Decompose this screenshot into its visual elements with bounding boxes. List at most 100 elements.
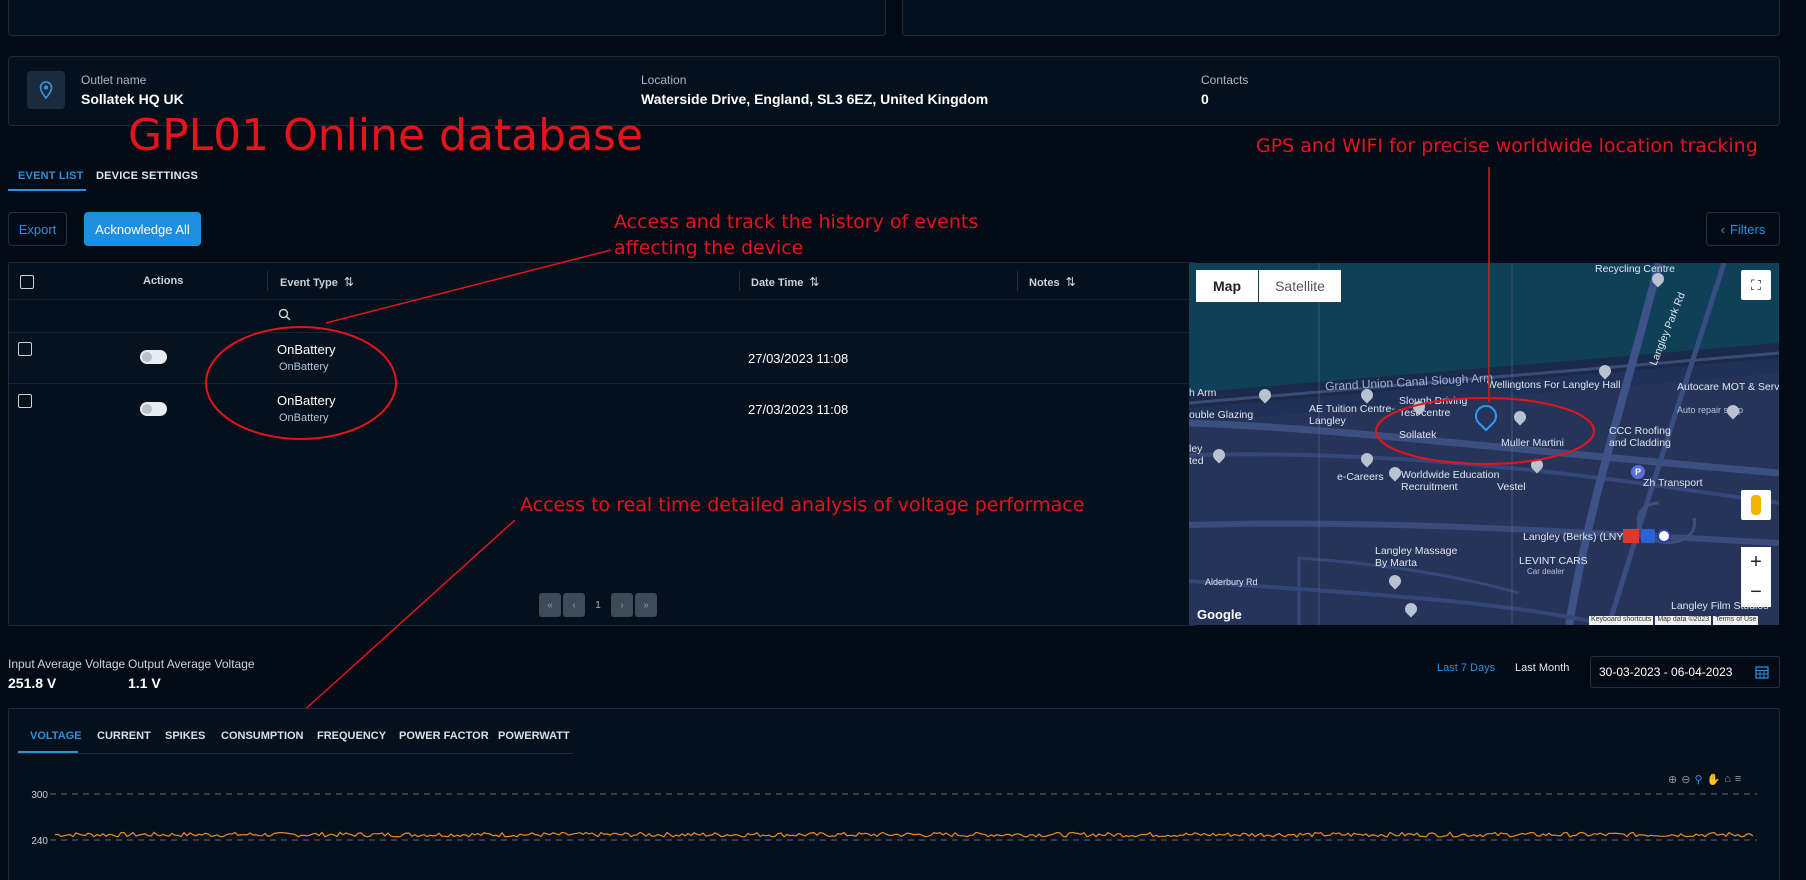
page-last-button[interactable]: » bbox=[635, 593, 657, 617]
outlet-name-value: Sollatek HQ UK bbox=[81, 91, 184, 107]
top-card-left bbox=[8, 0, 886, 36]
map-label: Car dealer bbox=[1527, 567, 1565, 576]
map-label: ouble Glazing bbox=[1189, 409, 1254, 421]
filter-row bbox=[9, 299, 1197, 329]
tab-active-indicator bbox=[8, 189, 86, 191]
annotation-events-line1: Access and track the history of events bbox=[614, 211, 979, 233]
output-voltage-label: Output Average Voltage bbox=[128, 657, 255, 671]
calendar-icon[interactable] bbox=[1755, 666, 1769, 679]
acknowledge-all-button[interactable]: Acknowledge All bbox=[84, 212, 201, 246]
map-label: Zh Transport bbox=[1643, 477, 1703, 489]
output-voltage-value: 1.1 V bbox=[128, 675, 161, 691]
event-type: OnBattery bbox=[277, 342, 336, 357]
row-checkbox[interactable] bbox=[18, 342, 32, 356]
tab-event-list[interactable]: EVENT LIST bbox=[18, 170, 84, 182]
map-type-map-button[interactable]: Map bbox=[1196, 270, 1258, 302]
map-label: ted bbox=[1189, 455, 1204, 467]
map-data-text: Map data ©2023 bbox=[1655, 616, 1712, 625]
map-label: h Arm bbox=[1189, 387, 1217, 399]
map-label: Sollatek bbox=[1399, 429, 1437, 441]
header-actions: Actions bbox=[143, 275, 184, 287]
contacts-value: 0 bbox=[1201, 91, 1209, 107]
export-button[interactable]: Export bbox=[8, 212, 67, 246]
chart-tabs-underline bbox=[18, 753, 573, 754]
voltage-chart: 300 240 bbox=[31, 790, 1757, 847]
map-label: Vestel bbox=[1497, 481, 1526, 493]
search-icon[interactable] bbox=[278, 308, 291, 321]
annotation-events-line2: affecting the device bbox=[614, 237, 804, 259]
keyboard-shortcuts-link[interactable]: Keyboard shortcuts bbox=[1589, 616, 1654, 625]
zoom-in-button[interactable]: + bbox=[1741, 547, 1771, 577]
page-first-button[interactable]: « bbox=[539, 593, 561, 617]
map-type-satellite-button[interactable]: Satellite bbox=[1259, 270, 1341, 302]
event-type-sub: OnBattery bbox=[279, 412, 329, 424]
voltage-series-line bbox=[54, 831, 1754, 838]
last-7-days-button[interactable]: Last 7 Days bbox=[1437, 662, 1495, 674]
page-prev-button[interactable]: ‹ bbox=[563, 593, 585, 617]
contacts-label: Contacts bbox=[1201, 73, 1249, 87]
chart-tab-frequency[interactable]: FREQUENCY bbox=[317, 730, 386, 742]
map-label: Alderbury Rd bbox=[1205, 577, 1258, 587]
page-current[interactable]: 1 bbox=[587, 593, 609, 617]
parking-icon: P bbox=[1631, 465, 1645, 479]
rail-icons bbox=[1623, 529, 1671, 543]
map-label: CCC Roofing and Cladding bbox=[1609, 425, 1671, 449]
sort-icon: ⇅ bbox=[343, 275, 354, 289]
train-icon bbox=[1641, 529, 1655, 543]
header-date-time[interactable]: Date Time ⇅ bbox=[751, 273, 819, 291]
column-divider bbox=[739, 271, 740, 291]
street-view-icon[interactable] bbox=[1741, 490, 1771, 520]
chart-tab-voltage[interactable]: VOLTAGE bbox=[30, 730, 82, 742]
row-checkbox[interactable] bbox=[18, 394, 32, 408]
google-logo: Google bbox=[1197, 607, 1242, 622]
annotation-voltage: Access to real time detailed analysis of… bbox=[520, 494, 1085, 516]
table-row[interactable]: OnBattery OnBattery 27/03/2023 11:08 bbox=[9, 385, 1197, 437]
event-date: 27/03/2023 11:08 bbox=[748, 402, 849, 417]
filters-button[interactable]: ‹ Filters bbox=[1706, 212, 1780, 246]
chart-tab-consumption[interactable]: CONSUMPTION bbox=[221, 730, 304, 742]
chart-tab-current[interactable]: CURRENT bbox=[97, 730, 151, 742]
map-label: Recycling Centre bbox=[1595, 263, 1675, 275]
map-attribution: Keyboard shortcuts Map data ©2023 Terms … bbox=[1589, 616, 1759, 625]
map-label: Langley Film Studios bbox=[1671, 600, 1769, 612]
header-event-type[interactable]: Event Type ⇅ bbox=[280, 273, 354, 291]
select-all-checkbox[interactable] bbox=[20, 275, 34, 289]
event-type-sub: OnBattery bbox=[279, 361, 329, 373]
chart-tab-power-factor[interactable]: POWER FACTOR bbox=[399, 730, 489, 742]
input-voltage-value: 251.8 V bbox=[8, 675, 57, 691]
tab-device-settings[interactable]: DEVICE SETTINGS bbox=[96, 170, 198, 182]
date-range-value: 30-03-2023 - 06-04-2023 bbox=[1599, 665, 1733, 679]
map-label: e-Careers bbox=[1337, 471, 1384, 483]
map-label: Langley (Berks) (LNY) bbox=[1523, 531, 1627, 543]
acknowledge-toggle[interactable] bbox=[140, 350, 167, 364]
acknowledge-toggle[interactable] bbox=[140, 402, 167, 416]
fullscreen-icon[interactable]: ⛶ bbox=[1741, 270, 1771, 300]
map-label: Langley Massage By Marta bbox=[1375, 545, 1458, 569]
location-map[interactable]: Map Satellite ⛶ + − Recycling Centre Gra… bbox=[1189, 263, 1779, 625]
map-label: ley bbox=[1189, 443, 1203, 455]
date-range-input[interactable]: 30-03-2023 - 06-04-2023 bbox=[1590, 656, 1780, 688]
annotation-title: GPL01 Online database bbox=[128, 110, 644, 161]
event-date: 27/03/2023 11:08 bbox=[748, 351, 849, 366]
outlet-name-label: Outlet name bbox=[81, 73, 147, 87]
header-notes[interactable]: Notes ⇅ bbox=[1029, 273, 1076, 291]
top-card-right bbox=[902, 0, 1780, 36]
y-tick-label: 300 bbox=[31, 790, 48, 801]
last-month-button[interactable]: Last Month bbox=[1515, 662, 1569, 674]
map-canvas bbox=[1189, 263, 1779, 625]
page-next-button[interactable]: › bbox=[611, 593, 633, 617]
terms-link[interactable]: Terms of Use bbox=[1713, 616, 1759, 625]
location-pin-icon bbox=[27, 71, 65, 109]
filters-label: Filters bbox=[1729, 221, 1766, 237]
chart-tab-spikes[interactable]: SPIKES bbox=[165, 730, 205, 742]
map-label: AE Tuition Centre- Langley bbox=[1309, 403, 1395, 427]
national-rail-icon bbox=[1623, 529, 1639, 543]
annotation-gps: GPS and WIFI for precise worldwide locat… bbox=[1256, 135, 1758, 157]
chart-tab-powerwatt[interactable]: POWERWATT bbox=[498, 730, 570, 742]
location-value: Waterside Drive, England, SL3 6EZ, Unite… bbox=[641, 91, 989, 107]
sort-icon: ⇅ bbox=[1065, 275, 1076, 289]
table-row[interactable]: OnBattery OnBattery 27/03/2023 11:08 bbox=[9, 332, 1197, 384]
sort-icon: ⇅ bbox=[809, 275, 820, 289]
y-tick-label: 240 bbox=[31, 836, 48, 847]
map-label: Wellingtons For Langley Hall bbox=[1487, 379, 1621, 391]
